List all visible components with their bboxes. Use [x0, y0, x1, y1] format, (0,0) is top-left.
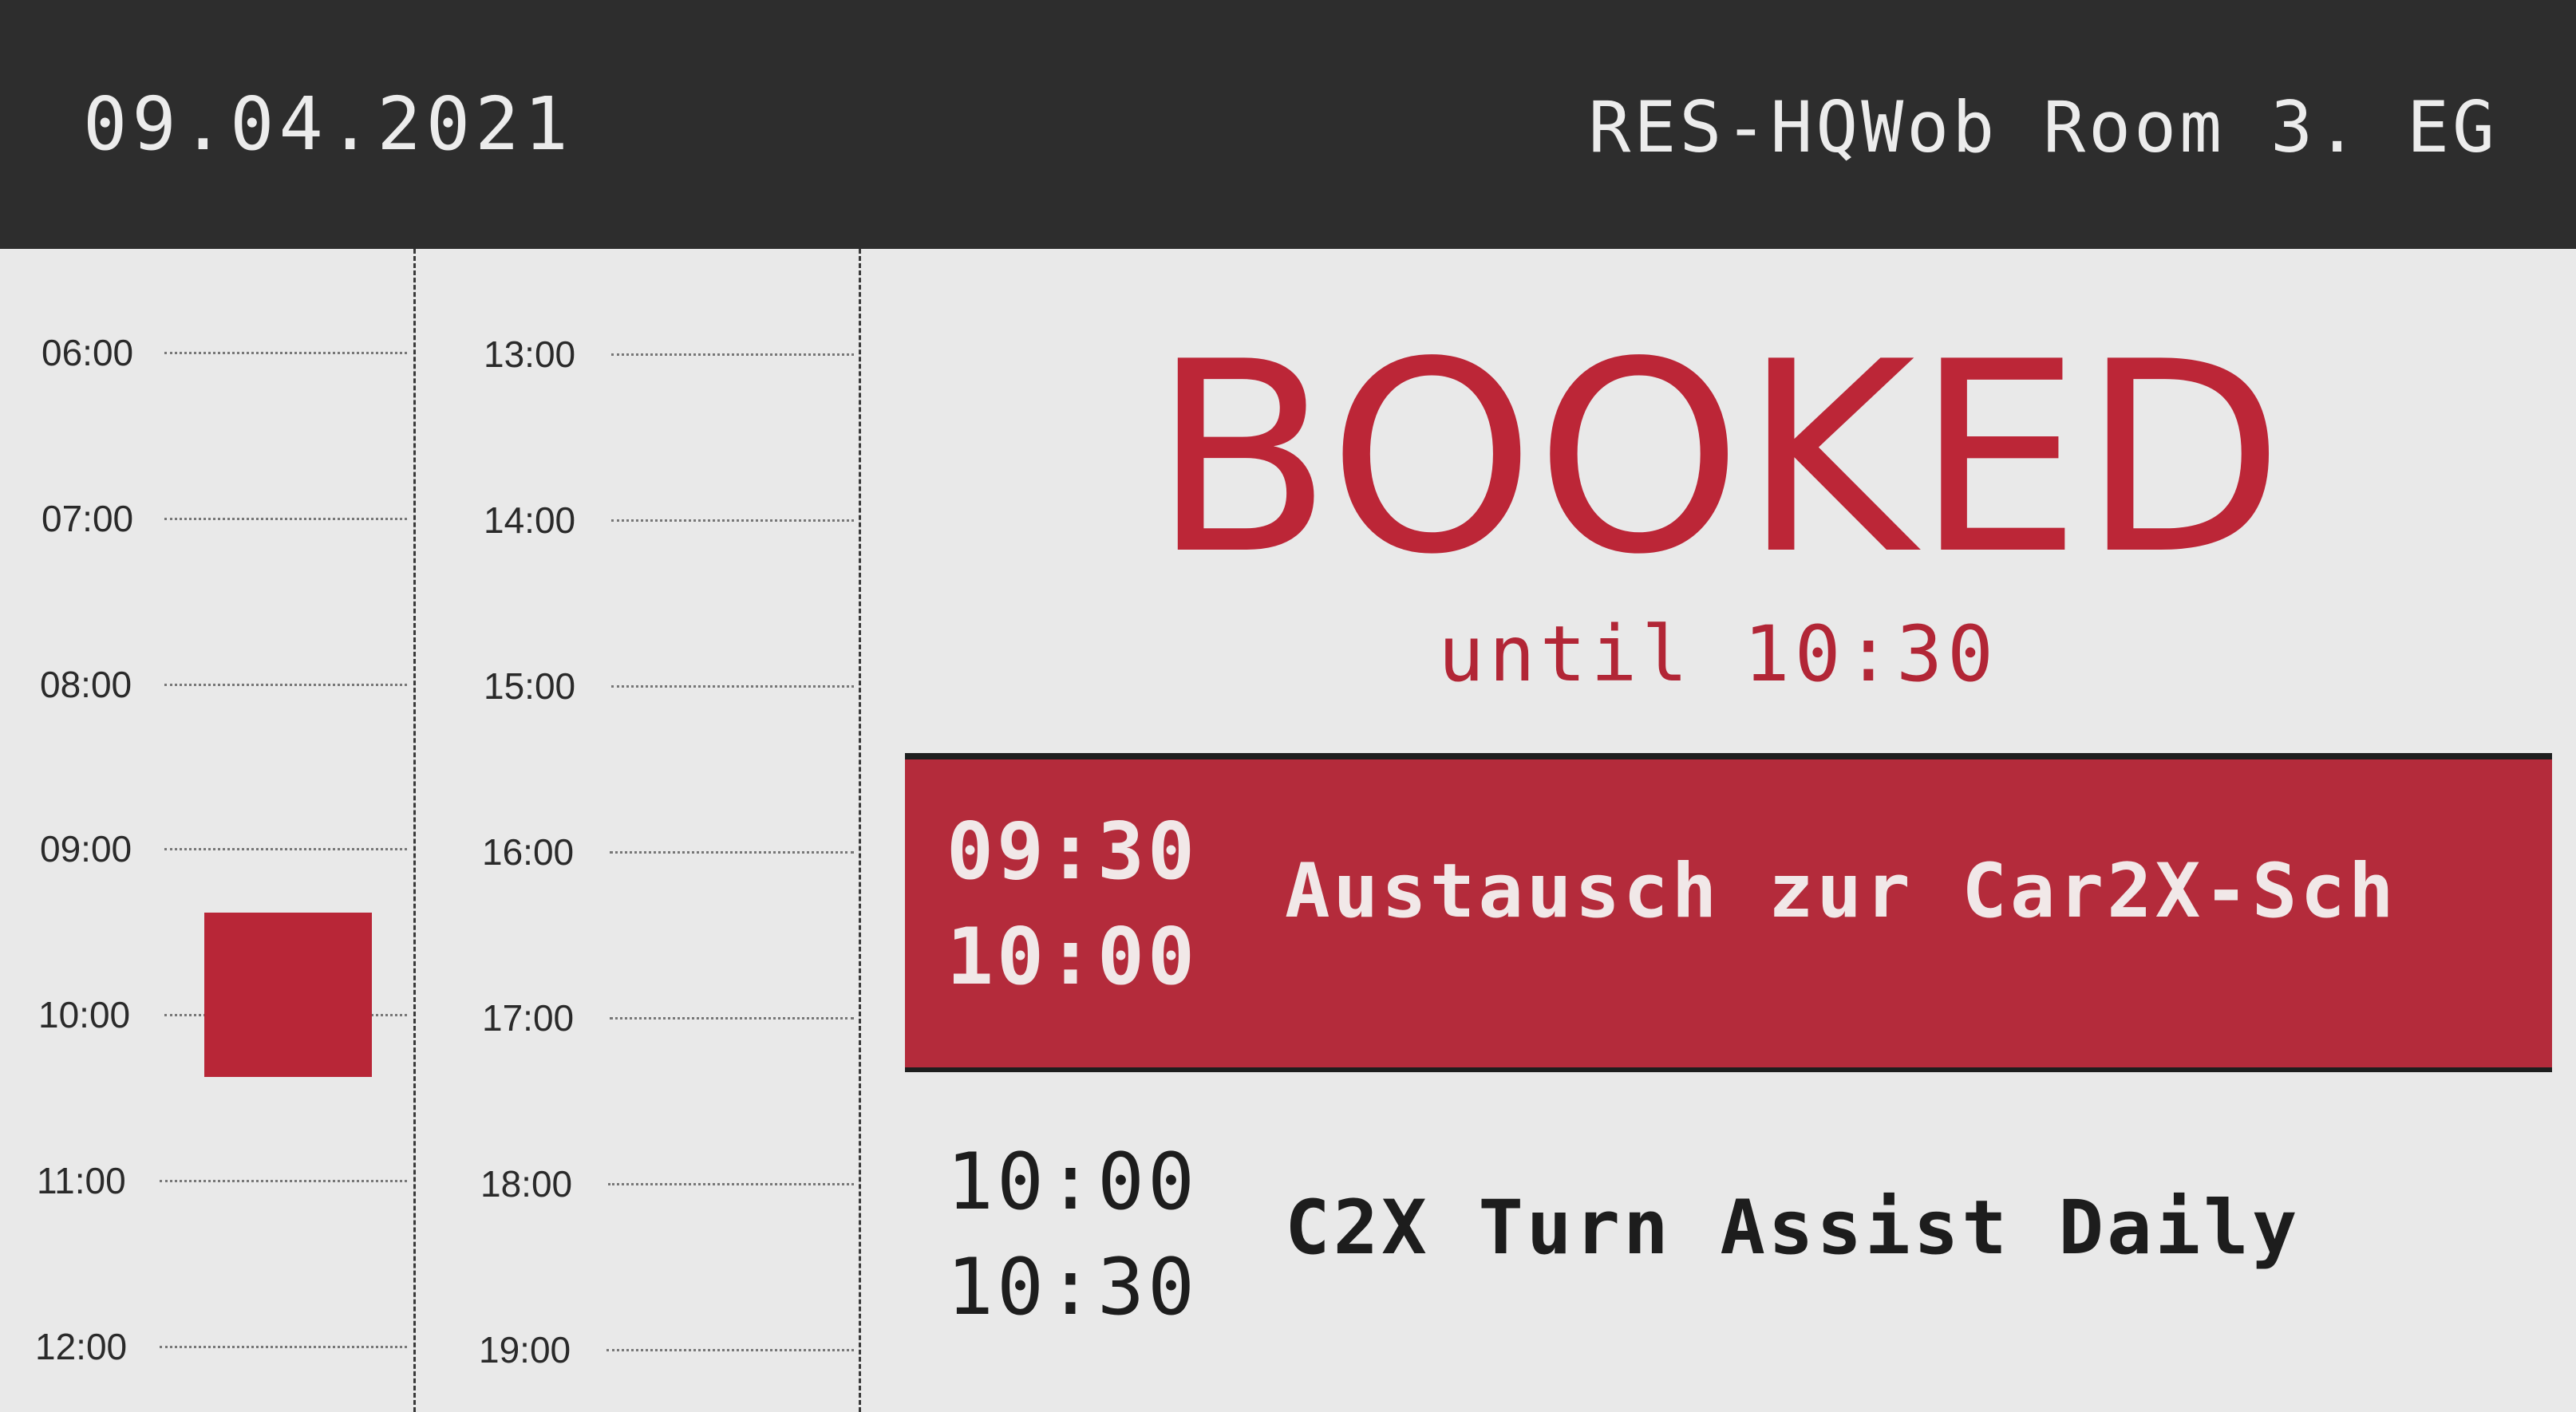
event-title: C2X Turn Assist Daily	[1285, 1185, 2301, 1272]
hour-gridline	[160, 1180, 407, 1182]
hour-gridline	[611, 685, 854, 688]
hour-label: 16:00	[482, 831, 575, 873]
timeline-hour: 14:00	[415, 496, 860, 544]
hour-gridline	[606, 1349, 854, 1351]
event-title: Austausch zur Car2X-Sch	[1285, 848, 2397, 935]
timeline-hour: 13:00	[415, 330, 860, 378]
hour-label: 11:00	[37, 1160, 126, 1201]
hour-label: 07:00	[41, 498, 134, 539]
hour-gridline	[611, 353, 854, 356]
timeline-hour: 12:00	[0, 1323, 415, 1371]
timeline-hour: 17:00	[415, 994, 860, 1042]
timeline-morning: 06:00 07:00 08:00 09:00 10:00 11:00 12:0…	[0, 249, 415, 1412]
hour-label: 06:00	[41, 332, 134, 373]
event-end: 10:00	[946, 912, 1199, 1003]
hour-gridline	[164, 518, 407, 520]
timeline-hour: 07:00	[0, 495, 415, 542]
hour-label: 17:00	[482, 997, 575, 1039]
timeline-hour: 15:00	[415, 662, 860, 710]
hour-gridline	[164, 848, 407, 850]
status-until: until 10:30	[1438, 609, 1998, 699]
upcoming-event[interactable]: 10:00 10:30 C2X Turn Assist Daily	[905, 1114, 2552, 1377]
hour-label: 08:00	[40, 664, 132, 705]
hour-gridline	[164, 352, 407, 354]
event-start: 09:30	[946, 807, 1199, 897]
timeline-hour: 09:00	[0, 825, 415, 873]
timeline-hour: 11:00	[0, 1157, 415, 1205]
timeline-afternoon: 13:00 14:00 15:00 16:00 17:00 18:00 19:0…	[415, 249, 860, 1412]
event-times: 09:30 10:00	[946, 799, 1198, 1010]
timeline-hour: 19:00	[415, 1326, 860, 1374]
hour-label: 19:00	[479, 1329, 571, 1371]
timeline-divider	[413, 249, 416, 1412]
hour-gridline	[608, 1183, 854, 1185]
hour-label: 09:00	[40, 828, 132, 870]
hour-label: 10:00	[38, 994, 131, 1035]
hour-label: 15:00	[484, 665, 576, 707]
room-name: RES-HQWob Room 3. EG	[1588, 86, 2498, 168]
hour-gridline	[610, 851, 854, 854]
hour-label: 12:00	[35, 1326, 128, 1367]
timeline-hour: 06:00	[0, 329, 415, 377]
current-date: 09.04.2021	[83, 81, 573, 167]
hour-gridline	[164, 684, 407, 686]
booked-timeslot-marker	[204, 913, 372, 1077]
hour-gridline	[610, 1017, 854, 1020]
event-end: 10:30	[946, 1242, 1199, 1333]
hour-label: 14:00	[484, 499, 576, 541]
timeline-hour: 18:00	[415, 1160, 860, 1208]
event-times: 10:00 10:30	[946, 1130, 1198, 1340]
hour-label: 18:00	[480, 1163, 573, 1205]
hour-label: 13:00	[484, 333, 576, 375]
hour-gridline	[160, 1346, 407, 1348]
header-bar: 09.04.2021 RES-HQWob Room 3. EG	[0, 0, 2576, 249]
timeline-hour: 08:00	[0, 661, 415, 708]
timeline-hour: 16:00	[415, 828, 860, 876]
room-status: BOOKED	[1152, 306, 2285, 612]
current-event[interactable]: 09:30 10:00 Austausch zur Car2X-Sch	[905, 753, 2552, 1072]
hour-gridline	[611, 519, 854, 522]
event-start: 10:00	[946, 1137, 1199, 1228]
